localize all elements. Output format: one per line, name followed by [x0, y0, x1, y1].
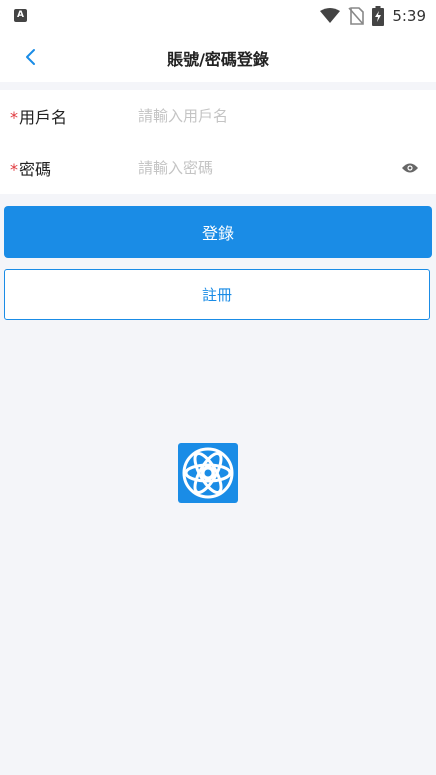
required-mark: * — [10, 108, 18, 127]
login-form: *用戶名 *密碼 — [0, 90, 436, 194]
required-mark: * — [10, 160, 18, 179]
eye-icon — [402, 163, 418, 173]
status-time: 5:39 — [392, 7, 426, 25]
battery-charging-icon — [372, 6, 385, 26]
status-bar: A 5:39 — [0, 0, 436, 32]
a-notification-icon: A — [14, 9, 27, 22]
username-label: *用戶名 — [10, 104, 67, 128]
wifi-icon — [320, 8, 341, 23]
password-label-text: 密碼 — [19, 160, 52, 179]
no-sim-icon — [348, 7, 365, 25]
login-button[interactable]: 登錄 — [4, 206, 432, 258]
register-button[interactable]: 註冊 — [4, 269, 430, 320]
status-icons: 5:39 — [320, 6, 426, 26]
password-input[interactable] — [138, 153, 378, 183]
app-logo-icon — [182, 447, 234, 499]
username-label-text: 用戶名 — [19, 108, 68, 127]
username-row: *用戶名 — [0, 90, 436, 142]
username-input[interactable] — [138, 101, 378, 131]
app-bar: 賬號/密碼登錄 — [0, 32, 436, 82]
app-logo — [178, 443, 238, 503]
show-password-toggle[interactable] — [398, 156, 422, 180]
password-row: *密碼 — [0, 142, 436, 194]
page-title: 賬號/密碼登錄 — [167, 50, 269, 69]
password-label: *密碼 — [10, 156, 51, 180]
